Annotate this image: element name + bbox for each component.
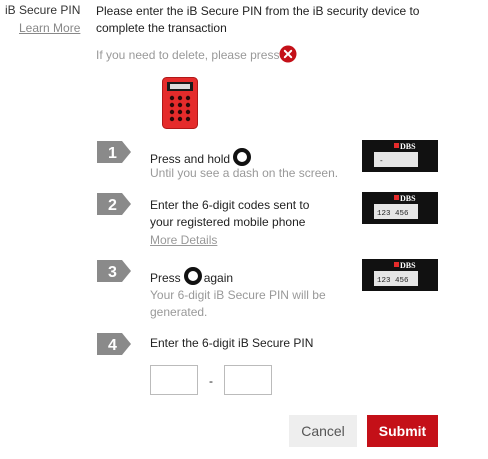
step-2-title-line1: Enter the 6-digit codes sent to — [150, 198, 310, 212]
step-3-device-screen: DBS 123 456 — [362, 259, 438, 291]
field-label: iB Secure PIN — [5, 3, 81, 17]
step-2-badge: 2 — [97, 193, 131, 215]
step-4-badge: 4 — [97, 333, 131, 355]
pin-first-input[interactable] — [150, 365, 198, 395]
step-3-subtitle-line2: generated. — [150, 305, 208, 319]
step-3-title: Press again — [150, 267, 233, 287]
step-3-number: 3 — [108, 264, 117, 281]
submit-button[interactable]: Submit — [367, 415, 438, 447]
delete-x-icon — [279, 45, 297, 63]
step-2-title-line2: your registered mobile phone — [150, 215, 306, 229]
step-1-brand: DBS — [400, 142, 416, 151]
pin-second-input[interactable] — [224, 365, 272, 395]
step-1-subtitle: Until you see a dash on the screen. — [150, 166, 339, 180]
cancel-button[interactable]: Cancel — [289, 415, 357, 447]
security-token-icon — [162, 77, 198, 129]
learn-more-link[interactable]: Learn More — [19, 21, 80, 35]
step-3-screen-text: 123 456 — [377, 277, 409, 285]
instruction-text: Please enter the iB Secure PIN from the … — [96, 4, 420, 35]
step-1-screen-text: - — [380, 156, 383, 165]
step-2-brand: DBS — [400, 194, 416, 203]
step-4-title: Enter the 6-digit iB Secure PIN — [150, 336, 314, 350]
more-details-link[interactable]: More Details — [150, 233, 217, 247]
step-1-badge: 1 — [97, 141, 131, 163]
delete-hint: If you need to delete, please press — [96, 48, 280, 62]
hold-button-icon — [233, 148, 252, 166]
step-1-number: 1 — [108, 145, 117, 162]
step-3-badge: 3 — [97, 260, 131, 282]
step-3-subtitle-line1: Your 6-digit iB Secure PIN will be — [150, 288, 326, 302]
step-1-device-screen: DBS - — [362, 140, 438, 172]
step-2-device-screen: DBS 123 456 — [362, 192, 438, 224]
pin-separator: - — [209, 374, 213, 388]
step-2-screen-text: 123 456 — [377, 210, 409, 218]
step-4-number: 4 — [108, 337, 117, 354]
step-3-brand: DBS — [400, 261, 416, 270]
step-2-number: 2 — [108, 197, 117, 214]
press-button-icon — [183, 267, 202, 285]
